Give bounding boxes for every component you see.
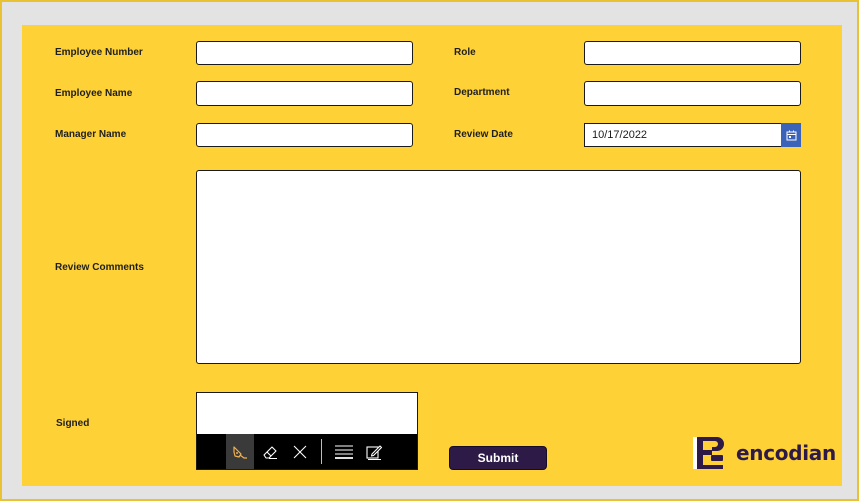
toolbar-divider (321, 439, 322, 464)
pen-icon (233, 445, 247, 459)
eraser-icon (263, 445, 277, 459)
encodian-logo-icon (693, 437, 724, 469)
manager-name-input[interactable] (196, 123, 413, 147)
app-canvas: Employee Number Employee Name Manager Na… (0, 0, 859, 501)
calendar-icon (786, 130, 796, 140)
signature-canvas[interactable] (197, 393, 417, 434)
review-date-label: Review Date (454, 129, 513, 140)
employee-number-input[interactable] (196, 41, 413, 65)
line-weight-button[interactable] (330, 434, 358, 469)
review-comments-textarea[interactable] (196, 170, 801, 364)
brand-name: encodian (736, 441, 836, 465)
employee-name-input[interactable] (196, 81, 413, 106)
submit-button[interactable]: Submit (449, 446, 547, 470)
review-date-input[interactable] (584, 123, 801, 147)
line-weight-icon (335, 445, 353, 459)
eraser-tool-button[interactable] (256, 434, 284, 469)
role-label: Role (454, 47, 476, 58)
signed-label: Signed (56, 418, 90, 429)
employee-number-label: Employee Number (55, 47, 143, 58)
signature-pad (196, 392, 418, 470)
role-input[interactable] (584, 41, 801, 65)
employee-name-label: Employee Name (55, 88, 133, 99)
edit-tool-button[interactable] (360, 434, 388, 469)
pen-tool-button[interactable] (226, 434, 254, 469)
edit-icon (366, 444, 383, 460)
encodian-logo: encodian (692, 437, 836, 469)
review-date-picker (584, 123, 801, 147)
department-input[interactable] (584, 81, 801, 106)
calendar-button[interactable] (781, 123, 801, 147)
clear-icon (293, 445, 307, 458)
clear-tool-button[interactable] (286, 434, 314, 469)
signature-toolbar (197, 434, 417, 469)
department-label: Department (454, 87, 510, 98)
manager-name-label: Manager Name (55, 129, 127, 140)
review-form: Employee Number Employee Name Manager Na… (22, 25, 842, 486)
review-comments-label: Review Comments (55, 262, 144, 273)
